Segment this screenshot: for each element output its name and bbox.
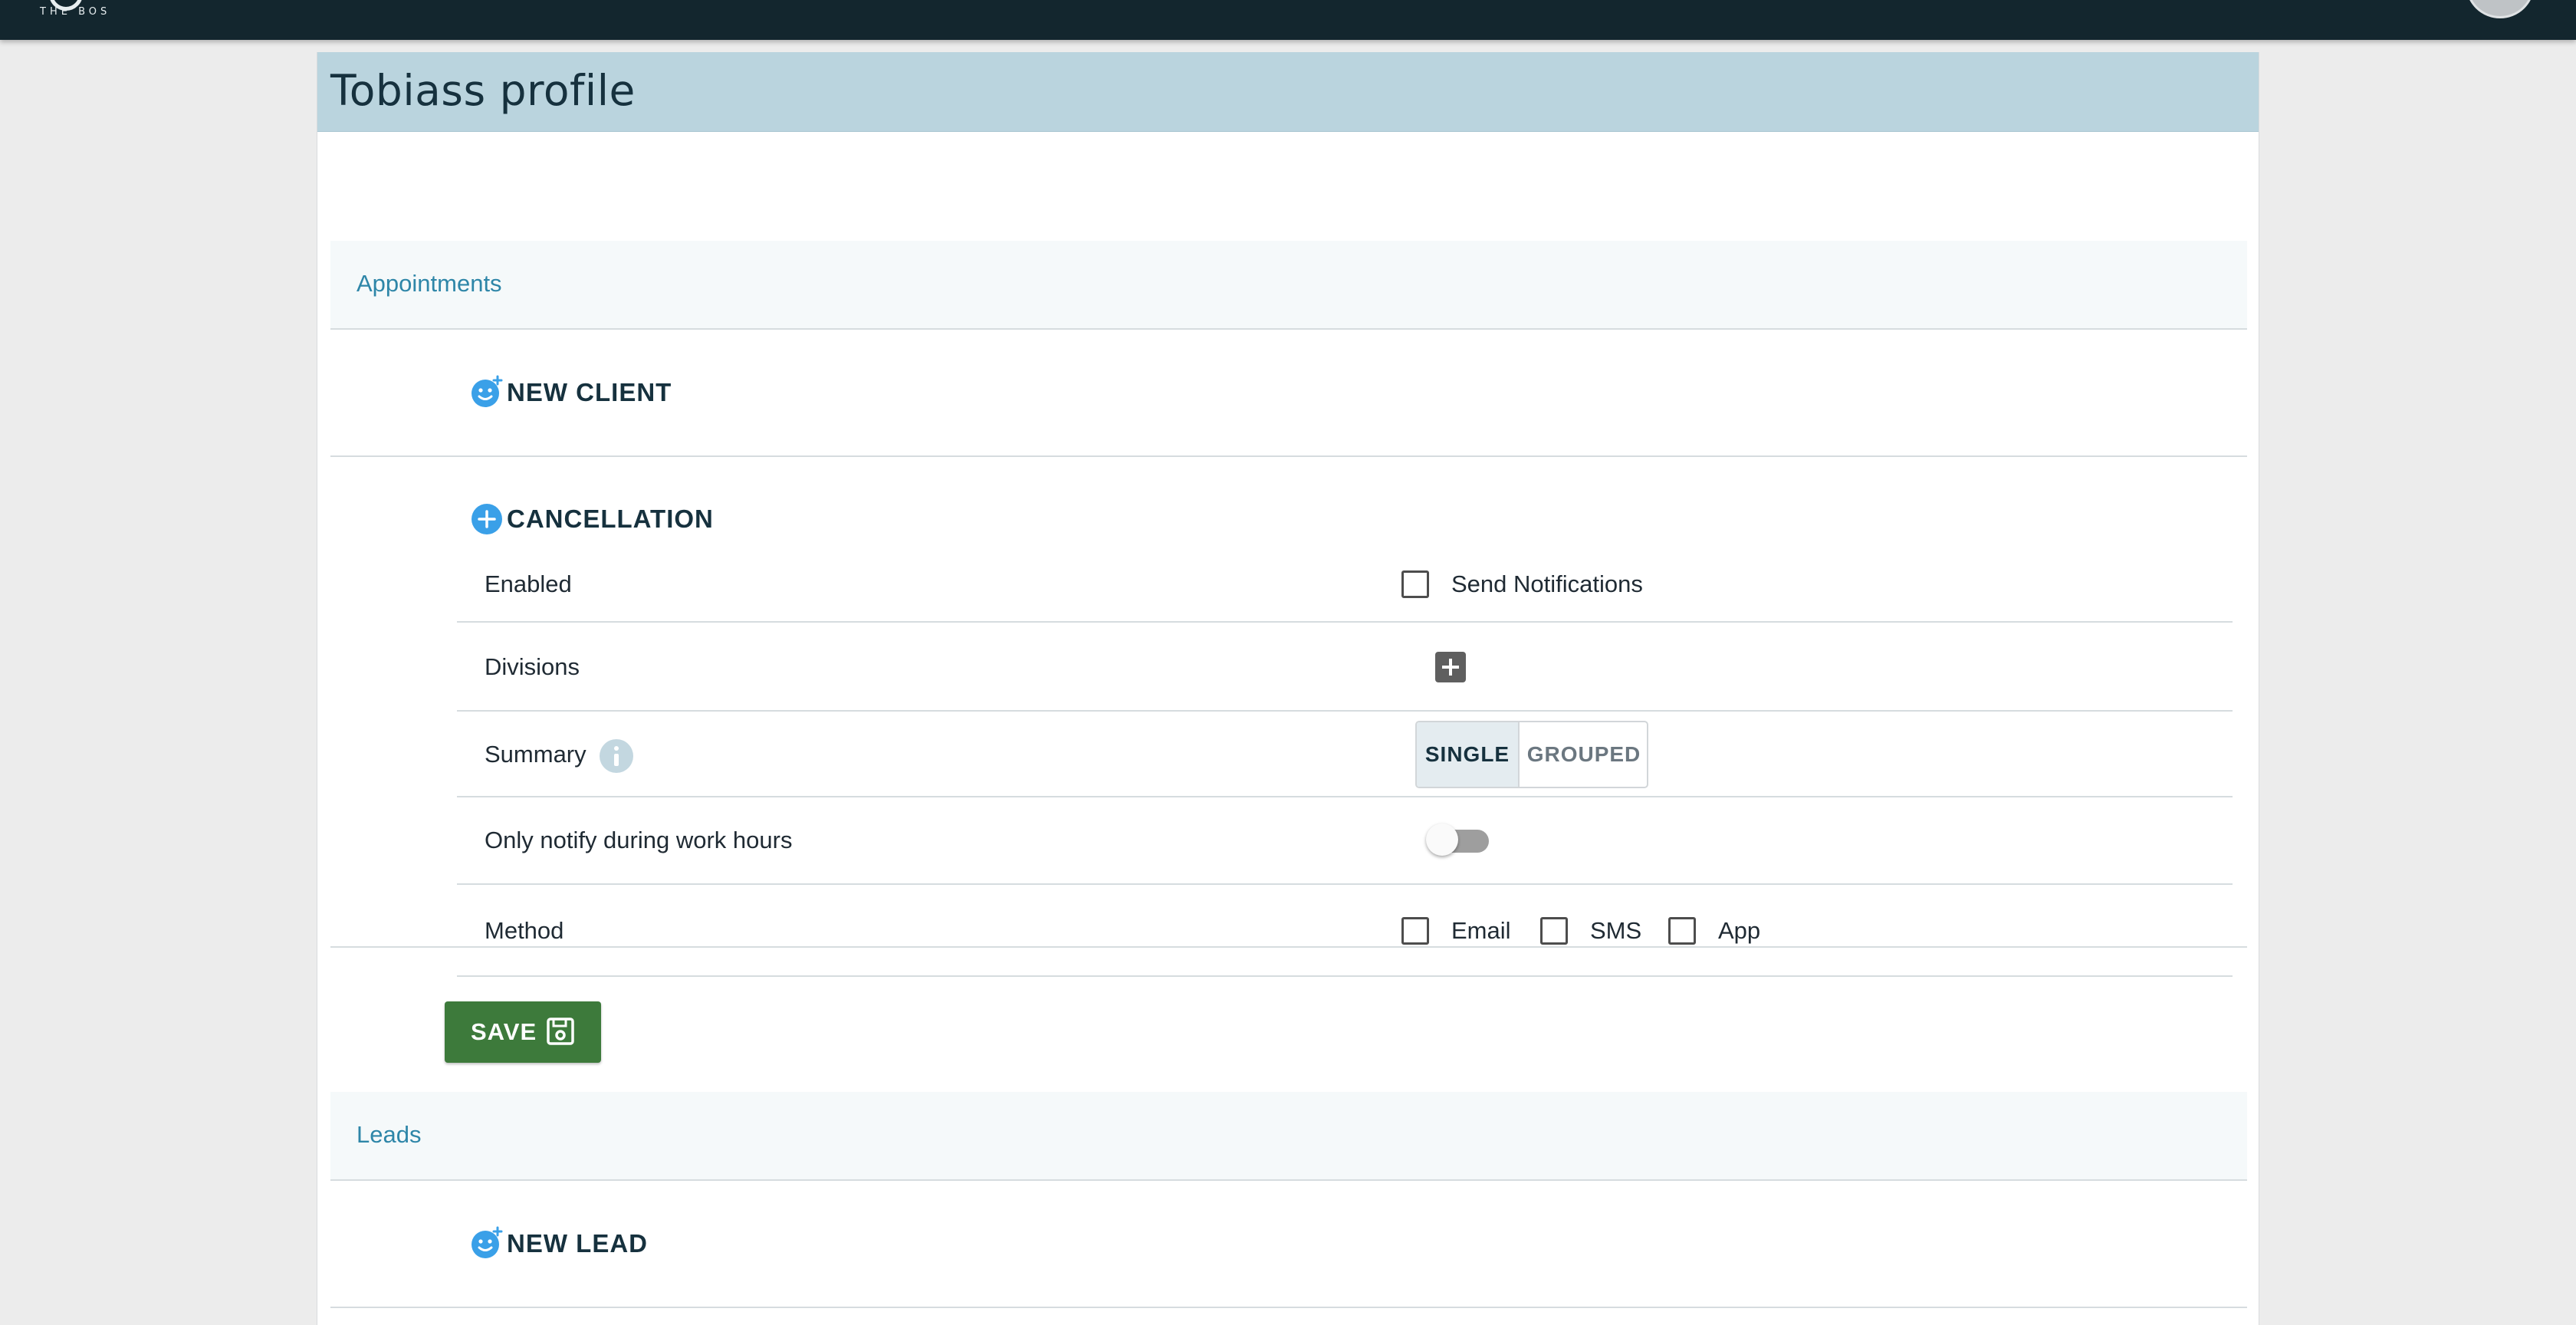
notification-cancellation: CANCELLATION Enabled Send Notifications … — [330, 457, 2247, 977]
setting-divisions: Divisions — [457, 623, 2233, 712]
logo-text: THE BOS — [40, 6, 111, 18]
section-label-leads: Leads — [356, 1121, 422, 1148]
smiley-plus-icon — [472, 375, 503, 407]
send-notifications-label[interactable]: Send Notifications — [1451, 570, 1643, 598]
summary-single-button[interactable]: SINGLE — [1417, 722, 1520, 787]
method-sms-label[interactable]: SMS — [1590, 917, 1641, 945]
page-title: Tobiass profile — [330, 66, 636, 115]
section-leads[interactable]: Leads — [330, 1092, 2247, 1181]
summary-grouped-button[interactable]: GROUPED — [1520, 722, 1647, 787]
method-app-checkbox[interactable] — [1668, 917, 1696, 945]
notification-new-client[interactable]: NEW CLIENT — [330, 330, 2247, 457]
work-hours-toggle[interactable] — [1426, 824, 1489, 856]
setting-label-summary: Summary — [485, 741, 586, 768]
section-label-appointments: Appointments — [356, 270, 502, 297]
setting-label-method: Method — [485, 917, 564, 944]
save-button[interactable]: SAVE — [445, 1001, 601, 1063]
setting-enabled: Enabled Send Notifications — [457, 544, 2233, 623]
info-icon[interactable] — [600, 739, 633, 773]
setting-label-enabled: Enabled — [485, 570, 572, 597]
floppy-disk-icon — [547, 1018, 574, 1045]
profile-panel: Tobiass profile SETTINGS MY NOTIFICATION… — [317, 52, 2259, 1325]
setting-label-work-hours: Only notify during work hours — [485, 827, 793, 853]
top-navigation-bar: THE BOS — [0, 0, 2576, 40]
notification-new-lead[interactable]: NEW LEAD — [330, 1181, 2247, 1308]
item-title-new-lead: NEW LEAD — [507, 1229, 648, 1258]
setting-label-divisions: Divisions — [485, 653, 580, 680]
toggle-thumb — [1426, 824, 1458, 856]
method-email-checkbox[interactable] — [1401, 917, 1429, 945]
send-notifications-checkbox[interactable] — [1401, 570, 1429, 598]
setting-work-hours: Only notify during work hours — [457, 797, 2233, 885]
method-app-label[interactable]: App — [1718, 917, 1760, 945]
method-email-label[interactable]: Email — [1451, 917, 1511, 945]
plus-circle-icon[interactable] — [470, 502, 504, 536]
summary-toggle-group: SINGLE GROUPED — [1415, 721, 1648, 788]
setting-method: Method Email SMS App — [457, 885, 2233, 977]
method-sms-checkbox[interactable] — [1540, 917, 1568, 945]
save-label: SAVE — [471, 1018, 537, 1045]
section-appointments[interactable]: Appointments — [330, 241, 2247, 330]
user-avatar[interactable] — [2466, 0, 2535, 18]
smiley-plus-icon — [472, 1226, 503, 1258]
title-bar: Tobiass profile — [317, 52, 2259, 132]
item-title-new-client: NEW CLIENT — [507, 378, 672, 406]
setting-summary: Summary SINGLE GROUPED — [457, 712, 2233, 797]
add-division-icon[interactable] — [1435, 652, 1466, 682]
item-title-cancellation: CANCELLATION — [507, 505, 714, 533]
